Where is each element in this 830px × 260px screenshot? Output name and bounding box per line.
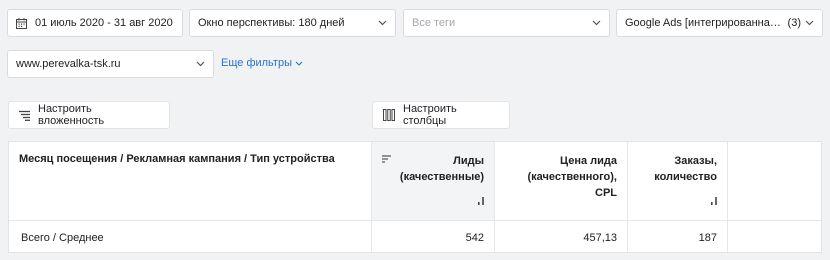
sort-icon[interactable] xyxy=(711,194,717,210)
source-select[interactable]: Google Ads [интегрированная ... (3) xyxy=(616,9,823,37)
column-header-cpl-line-1: Цена лида xyxy=(560,155,617,167)
column-header-cpl-line-2: (качественного), xyxy=(527,171,618,183)
date-range-picker[interactable]: 01 июль 2020 - 31 авг 2020 xyxy=(7,9,183,37)
date-range-value: 01 июль 2020 - 31 авг 2020 xyxy=(35,17,173,29)
configure-nesting-label: Настроить вложенность xyxy=(38,103,105,127)
column-header-orders-line-2: количество xyxy=(654,171,717,183)
column-header-dimension-label: Месяц посещения / Рекламная кампания / Т… xyxy=(19,153,335,165)
chevron-down-icon xyxy=(195,59,205,69)
site-select[interactable]: www.perevalka-tsk.ru xyxy=(7,50,214,78)
source-count: (3) xyxy=(787,17,801,29)
total-row-empty xyxy=(728,220,821,254)
calendar-icon xyxy=(16,17,27,29)
chevron-down-icon xyxy=(295,61,303,66)
site-select-value: www.perevalka-tsk.ru xyxy=(16,58,121,70)
total-row-orders: 187 xyxy=(628,220,728,254)
columns-icon xyxy=(383,109,395,121)
total-row-leads: 542 xyxy=(372,220,495,254)
source-select-value: Google Ads [интегрированная ... xyxy=(625,17,784,29)
window-select[interactable]: Окно перспективы: 180 дней xyxy=(189,9,396,37)
configure-columns-button[interactable]: Настроить столбцы xyxy=(372,101,510,129)
total-row-label: Всего / Среднее xyxy=(9,220,372,254)
column-header-leads-line-1: Лиды xyxy=(453,155,484,167)
tags-select-placeholder: Все теги xyxy=(412,17,456,29)
tags-select[interactable]: Все теги xyxy=(403,9,610,37)
chevron-down-icon xyxy=(804,18,814,28)
configure-columns-label: Настроить столбцы xyxy=(403,103,457,127)
total-row-label-text: Всего / Среднее xyxy=(21,232,104,244)
chevron-down-icon xyxy=(377,18,387,28)
column-header-dimension[interactable]: Месяц посещения / Рекламная кампания / Т… xyxy=(9,142,372,220)
configure-nesting-button[interactable]: Настроить вложенность xyxy=(8,101,170,129)
column-header-orders-line-1: Заказы, xyxy=(674,155,717,167)
more-filters-label: Еще фильтры xyxy=(221,57,292,69)
sort-icon[interactable] xyxy=(478,194,484,210)
column-header-cpl-line-3: CPL xyxy=(595,187,617,199)
column-header-leads-line-2: (качественные) xyxy=(399,171,484,183)
report-table: Месяц посещения / Рекламная кампания / Т… xyxy=(8,141,822,254)
nesting-icon xyxy=(19,110,30,121)
chevron-down-icon xyxy=(591,18,601,28)
column-header-empty xyxy=(728,142,821,220)
more-filters-link[interactable]: Еще фильтры xyxy=(221,57,303,69)
total-row-cpl: 457,13 xyxy=(495,220,628,254)
column-header-leads[interactable]: Лиды (качественные) xyxy=(372,142,495,220)
column-header-orders[interactable]: Заказы, количество xyxy=(628,142,728,220)
column-header-cpl[interactable]: Цена лида (качественного), CPL xyxy=(495,142,628,220)
window-select-value: Окно перспективы: 180 дней xyxy=(198,17,345,29)
column-drag-handle-icon[interactable] xyxy=(382,155,391,164)
